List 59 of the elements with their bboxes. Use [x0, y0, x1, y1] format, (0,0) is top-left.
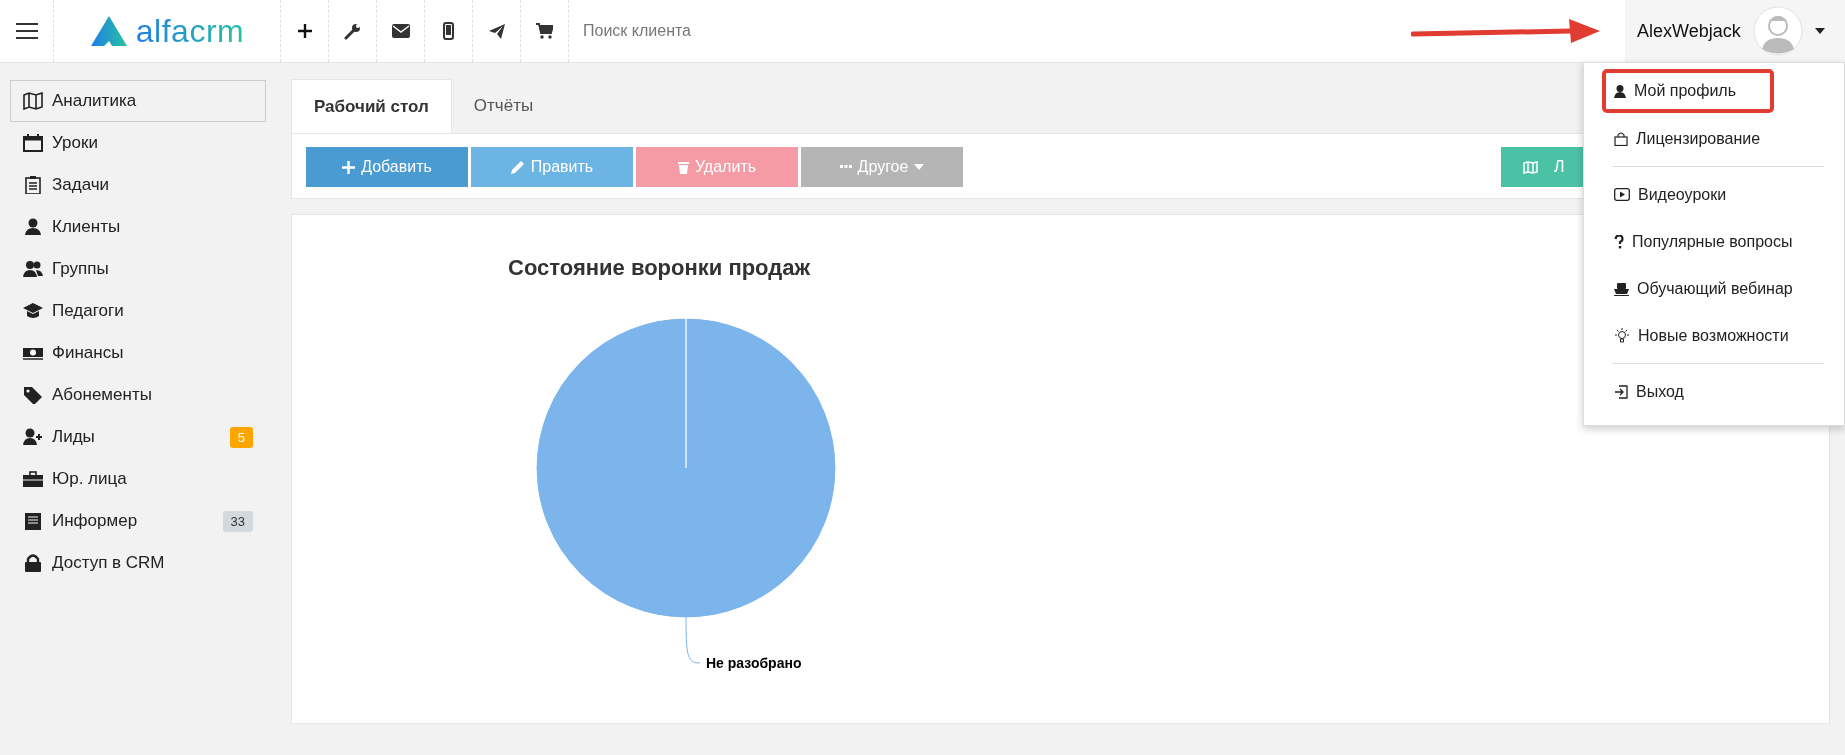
dots-icon [839, 165, 852, 169]
user-plus-icon [23, 428, 43, 446]
briefcase-icon [23, 470, 43, 488]
question-icon [1614, 234, 1624, 249]
sidebar-item[interactable]: Группы [10, 248, 266, 290]
sidebar-item[interactable]: Абонементы [10, 374, 266, 416]
sidebar-item[interactable]: Клиенты [10, 206, 266, 248]
caret-icon [914, 164, 925, 170]
sidebar-item[interactable]: Информер 33 [10, 500, 266, 542]
calendar-icon [23, 134, 43, 152]
menu-item[interactable]: Популярные вопросы [1584, 218, 1844, 265]
cart-icon [536, 23, 553, 39]
chart-title: Состояние воронки продаж [508, 255, 811, 280]
user-menu-button[interactable]: AlexWebjack [1625, 0, 1845, 62]
map-icon [1523, 160, 1538, 174]
clipboard-icon [23, 176, 43, 194]
leader-line [685, 617, 701, 664]
boat-icon [1614, 281, 1629, 296]
mail-icon [391, 24, 410, 38]
map-icon [23, 92, 43, 110]
user-icon [23, 218, 43, 236]
menu-item[interactable]: Новые возможности [1584, 312, 1844, 359]
count-badge: 5 [229, 426, 253, 448]
trash-icon [677, 160, 689, 174]
bag-icon [1614, 131, 1628, 146]
user-icon [1614, 84, 1626, 98]
sidebar-item[interactable]: Аналитика [10, 80, 266, 122]
menu-item[interactable]: Мой профиль [1602, 69, 1774, 113]
wrench-icon [344, 22, 361, 40]
graduation-cap-icon [23, 302, 43, 320]
sidebar-item[interactable]: Доступ в CRM [10, 542, 266, 584]
phone-icon [443, 22, 454, 40]
sidebar-item[interactable]: Юр. лица [10, 458, 266, 500]
sidebar-item[interactable]: Уроки [10, 122, 266, 164]
pencil-icon [510, 160, 525, 174]
sidebar-item[interactable]: Лиды 5 [10, 416, 266, 458]
logo-icon [89, 15, 128, 47]
caret-icon [1814, 28, 1825, 34]
count-badge: 33 [222, 510, 253, 532]
sidebar-item[interactable]: Педагоги [10, 290, 266, 332]
users-icon [23, 260, 43, 278]
menu-icon [15, 23, 38, 39]
sidebar-item[interactable]: Финансы [10, 332, 266, 374]
tag-icon [23, 386, 43, 404]
tab[interactable]: Рабочий стол [291, 79, 452, 133]
book-icon [23, 512, 43, 530]
plus-icon [342, 160, 356, 174]
paper-plane-icon [488, 23, 505, 39]
plus-icon [296, 23, 313, 39]
tab[interactable]: Отчёты [451, 79, 556, 133]
menu-item[interactable]: Обучающий вебинар [1584, 265, 1844, 312]
sidebar-item[interactable]: Задачи [10, 164, 266, 206]
avatar-icon [1752, 6, 1803, 56]
video-icon [1614, 188, 1630, 201]
lock-icon [23, 554, 43, 572]
slice-label: Не разобрано [706, 655, 802, 671]
sign-out-icon [1614, 384, 1628, 399]
lightbulb-icon [1614, 327, 1630, 344]
menu-item[interactable]: Выход [1584, 368, 1844, 415]
